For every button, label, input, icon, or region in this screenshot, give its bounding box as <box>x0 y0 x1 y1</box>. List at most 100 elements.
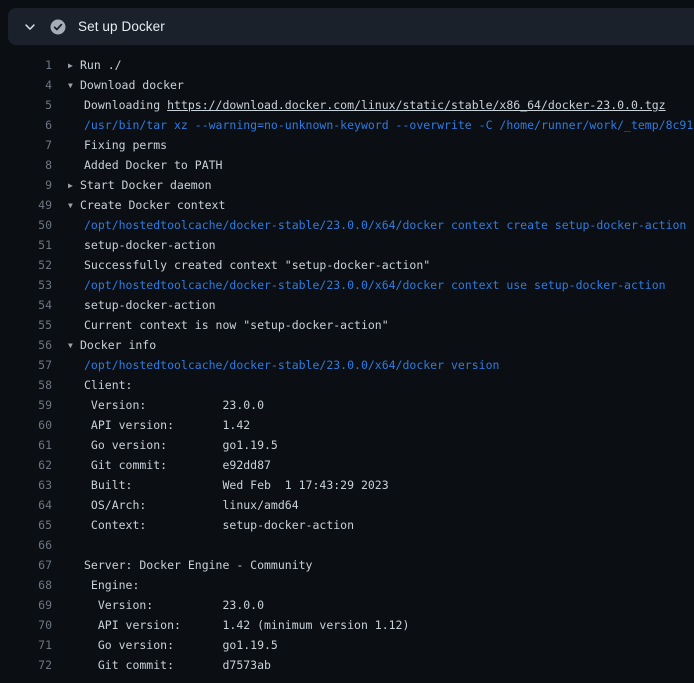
log-line: 54 setup-docker-action <box>0 295 694 315</box>
line-number[interactable]: 49 <box>0 195 52 215</box>
log-text-line: Git commit: d7573ab <box>68 655 694 675</box>
line-number[interactable]: 68 <box>0 575 52 595</box>
line-number[interactable]: 61 <box>0 435 52 455</box>
line-number[interactable]: 70 <box>0 615 52 635</box>
step-log-panel: Set up Docker 1▶Run ./4▼Download docker5… <box>0 8 694 675</box>
line-number[interactable]: 55 <box>0 315 52 335</box>
log-group-toggle[interactable]: ▶Run ./ <box>68 55 694 75</box>
line-number[interactable]: 51 <box>0 235 52 255</box>
log-text-line <box>68 535 694 555</box>
log-line: 58 Client: <box>0 375 694 395</box>
line-number[interactable]: 69 <box>0 595 52 615</box>
log-line: 67Server: Docker Engine - Community <box>0 555 694 575</box>
log-command-line: /opt/hostedtoolcache/docker-stable/23.0.… <box>68 215 694 235</box>
log-line: 72 Git commit: d7573ab <box>0 655 694 675</box>
group-title: Start Docker daemon <box>80 178 212 192</box>
group-collapsed-triangle-icon[interactable]: ▶ <box>68 176 80 195</box>
log-line: 70 API version: 1.42 (minimum version 1.… <box>0 615 694 635</box>
line-number[interactable]: 60 <box>0 415 52 435</box>
group-title: Create Docker context <box>80 198 225 212</box>
log-text-line: Current context is now "setup-docker-act… <box>68 315 694 335</box>
line-number[interactable]: 5 <box>0 95 52 115</box>
line-number[interactable]: 1 <box>0 55 52 75</box>
line-number[interactable]: 50 <box>0 215 52 235</box>
log-text-line: setup-docker-action <box>68 235 694 255</box>
log-line: 49 ▼Create Docker context <box>0 195 694 215</box>
log-command-line: /opt/hostedtoolcache/docker-stable/23.0.… <box>68 355 694 375</box>
log-line: 63 Built: Wed Feb 1 17:43:29 2023 <box>0 475 694 495</box>
line-number[interactable]: 56 <box>0 335 52 355</box>
line-number[interactable]: 58 <box>0 375 52 395</box>
line-number[interactable]: 72 <box>0 655 52 675</box>
group-title: Docker info <box>80 338 156 352</box>
line-number[interactable]: 9 <box>0 175 52 195</box>
line-number[interactable]: 65 <box>0 515 52 535</box>
log-text-line: Context: setup-docker-action <box>68 515 694 535</box>
line-number[interactable]: 6 <box>0 115 52 135</box>
line-number[interactable]: 8 <box>0 155 52 175</box>
line-number[interactable]: 66 <box>0 535 52 555</box>
group-expanded-triangle-icon[interactable]: ▼ <box>68 196 80 215</box>
log-line: 64 OS/Arch: linux/amd64 <box>0 495 694 515</box>
log-line: 9 ▶Start Docker daemon <box>0 175 694 195</box>
log-text-line: setup-docker-action <box>68 295 694 315</box>
line-number[interactable]: 57 <box>0 355 52 375</box>
step-title: Set up Docker <box>78 19 165 34</box>
log-text-line: Git commit: e92dd87 <box>68 455 694 475</box>
group-expanded-triangle-icon[interactable]: ▼ <box>68 336 80 355</box>
log-url-link[interactable]: https://download.docker.com/linux/static… <box>167 98 666 112</box>
line-number[interactable]: 67 <box>0 555 52 575</box>
log-text-line: Version: 23.0.0 <box>68 395 694 415</box>
group-title: Download docker <box>80 78 184 92</box>
log-line: 66 <box>0 535 694 555</box>
log-line: 7Fixing perms <box>0 135 694 155</box>
log-line: 69 Version: 23.0.0 <box>0 595 694 615</box>
status-check-icon <box>50 19 66 35</box>
log-text-line: Engine: <box>68 575 694 595</box>
line-number[interactable]: 54 <box>0 295 52 315</box>
step-header[interactable]: Set up Docker <box>8 8 694 45</box>
chevron-down-icon[interactable] <box>21 18 39 36</box>
log-line: 61 Go version: go1.19.5 <box>0 435 694 455</box>
log-group-toggle[interactable]: ▼Download docker <box>68 75 694 95</box>
log-line: 4 ▼Download docker <box>0 75 694 95</box>
line-number[interactable]: 7 <box>0 135 52 155</box>
log-line: 51 setup-docker-action <box>0 235 694 255</box>
log-line: 52 Successfully created context "setup-do… <box>0 255 694 275</box>
log-group-toggle[interactable]: ▼Docker info <box>68 335 694 355</box>
log-group-toggle[interactable]: ▼Create Docker context <box>68 195 694 215</box>
line-number[interactable]: 4 <box>0 75 52 95</box>
line-number[interactable]: 59 <box>0 395 52 415</box>
log-text-line: API version: 1.42 (minimum version 1.12) <box>68 615 694 635</box>
log-line: 8 Added Docker to PATH <box>0 155 694 175</box>
log-line: 50/opt/hostedtoolcache/docker-stable/23.… <box>0 215 694 235</box>
group-collapsed-triangle-icon[interactable]: ▶ <box>68 56 80 75</box>
log-command-line: /usr/bin/tar xz --warning=no-unknown-key… <box>68 115 694 135</box>
log-text-line: API version: 1.42 <box>68 415 694 435</box>
log-text-line: Go version: go1.19.5 <box>68 435 694 455</box>
group-expanded-triangle-icon[interactable]: ▼ <box>68 76 80 95</box>
log-text-line: Go version: go1.19.5 <box>68 635 694 655</box>
log-line: 68 Engine: <box>0 575 694 595</box>
log-line: 59 Version: 23.0.0 <box>0 395 694 415</box>
log-text-line: OS/Arch: linux/amd64 <box>68 495 694 515</box>
log-line: 56 ▼Docker info <box>0 335 694 355</box>
line-number[interactable]: 71 <box>0 635 52 655</box>
log-line: 62 Git commit: e92dd87 <box>0 455 694 475</box>
log-group-toggle[interactable]: ▶Start Docker daemon <box>68 175 694 195</box>
log-text-line: Successfully created context "setup-dock… <box>68 255 694 275</box>
log-command-line: /opt/hostedtoolcache/docker-stable/23.0.… <box>68 275 694 295</box>
log-line: 6/usr/bin/tar xz --warning=no-unknown-ke… <box>0 115 694 135</box>
group-title: Run ./ <box>80 58 122 72</box>
log-text-line: Built: Wed Feb 1 17:43:29 2023 <box>68 475 694 495</box>
line-number[interactable]: 52 <box>0 255 52 275</box>
line-number[interactable]: 62 <box>0 455 52 475</box>
log-text-line: Added Docker to PATH <box>68 155 694 175</box>
log-line: 60 API version: 1.42 <box>0 415 694 435</box>
log-text-line: Downloading https://download.docker.com/… <box>68 95 694 115</box>
line-number[interactable]: 64 <box>0 495 52 515</box>
line-number[interactable]: 53 <box>0 275 52 295</box>
log-text-line: Client: <box>68 375 694 395</box>
log-text-line: Version: 23.0.0 <box>68 595 694 615</box>
line-number[interactable]: 63 <box>0 475 52 495</box>
